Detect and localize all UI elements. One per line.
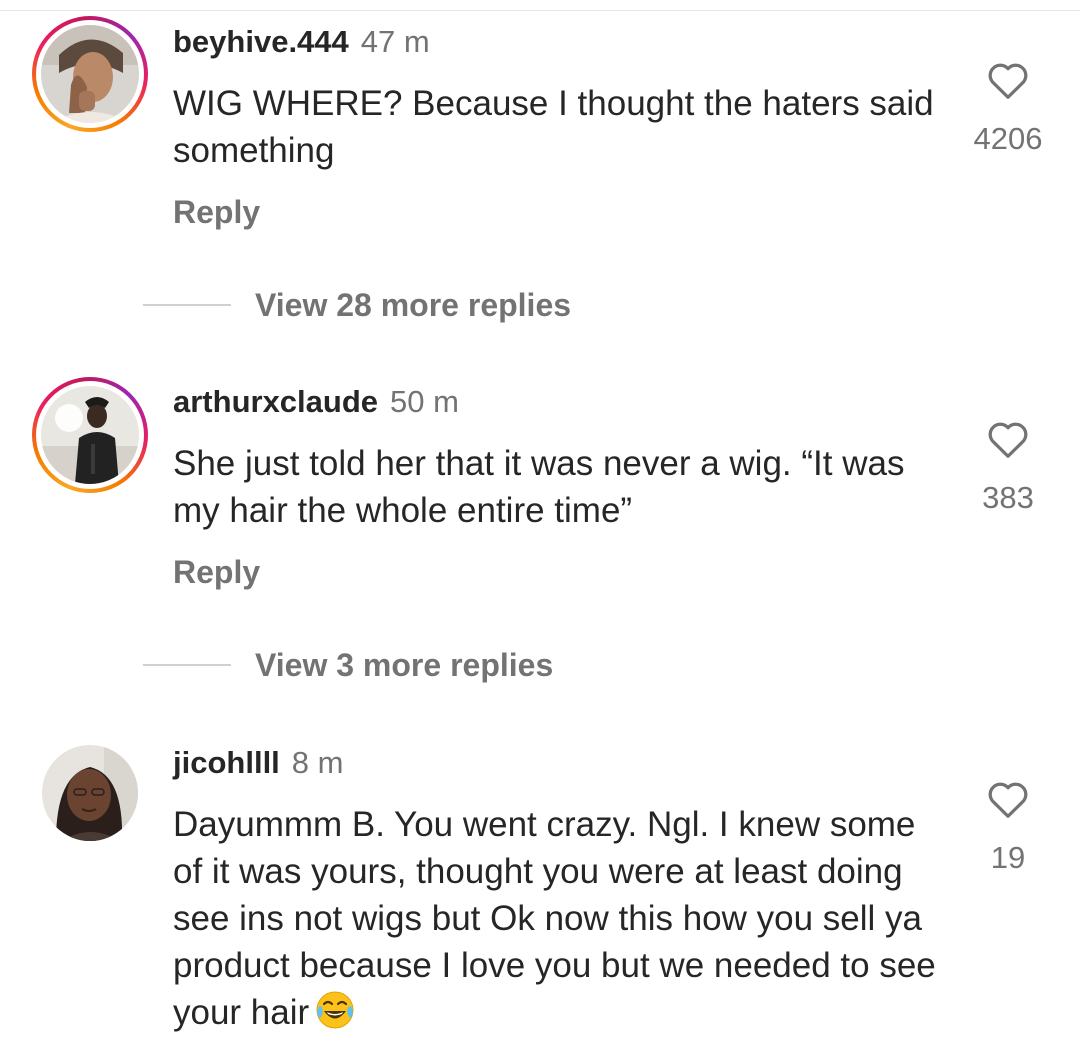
avatar[interactable]: [42, 745, 138, 841]
like-count: 19: [990, 840, 1026, 875]
view-replies-label[interactable]: View 28 more replies: [255, 287, 571, 324]
like-count: 383: [982, 480, 1034, 515]
like-button[interactable]: 4206: [958, 60, 1058, 158]
timestamp: 47 m: [360, 24, 430, 59]
timestamp: 8 m: [291, 745, 344, 780]
avatar[interactable]: [41, 386, 139, 484]
username[interactable]: arthurxclaude: [173, 384, 378, 419]
like-count: 4206: [973, 121, 1043, 156]
heart-outline-icon[interactable]: [986, 779, 1030, 819]
comment-meta: beyhive.444 47 m: [173, 22, 430, 62]
story-ring[interactable]: [32, 16, 148, 132]
story-ring[interactable]: [32, 377, 148, 493]
heart-outline-icon[interactable]: [986, 419, 1030, 459]
comment-meta: arthurxclaude 50 m: [173, 382, 459, 422]
view-more-replies[interactable]: View 28 more replies: [143, 285, 571, 325]
like-button[interactable]: 19: [958, 779, 1058, 877]
comment-meta: jicohllll 8 m: [173, 743, 343, 783]
comment-text: Dayummm B. You went crazy. Ngl. I knew s…: [173, 801, 953, 1036]
avatar[interactable]: [41, 25, 139, 123]
replies-divider: [143, 664, 231, 666]
comment-text: WIG WHERE? Because I thought the haters …: [173, 84, 934, 170]
top-divider: [0, 10, 1080, 11]
comment-text-body: Dayummm B. You went crazy. Ngl. I knew s…: [173, 805, 936, 1032]
username[interactable]: jicohllll: [173, 745, 280, 780]
heart-outline-icon[interactable]: [986, 60, 1030, 100]
replies-divider: [143, 304, 231, 306]
view-more-replies[interactable]: View 3 more replies: [143, 645, 553, 685]
timestamp: 50 m: [390, 384, 459, 419]
face-with-tears-of-joy-icon: [316, 991, 354, 1029]
like-button[interactable]: 383: [958, 419, 1058, 517]
comment-text: She just told her that it was never a wi…: [173, 444, 905, 530]
view-replies-label[interactable]: View 3 more replies: [255, 647, 553, 684]
username[interactable]: beyhive.444: [173, 24, 349, 59]
reply-button[interactable]: Reply: [173, 552, 260, 592]
reply-button[interactable]: Reply: [173, 192, 260, 232]
